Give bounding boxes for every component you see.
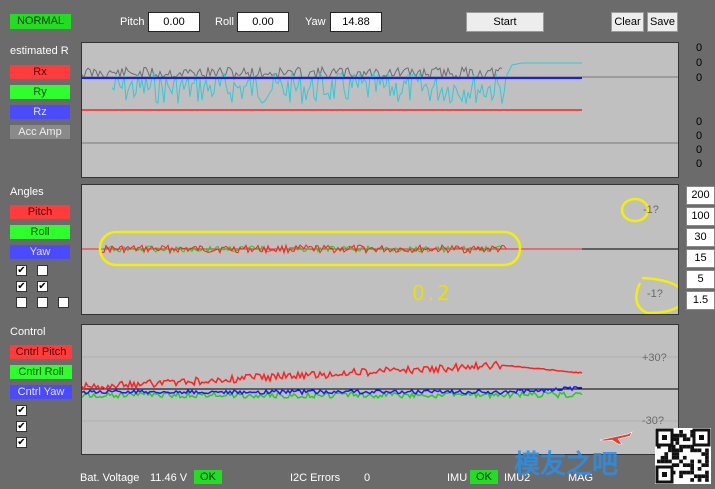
scale-1-5-button[interactable]: 1.5 (686, 291, 715, 310)
watermark-logo: 模友之吧 (514, 450, 619, 480)
checkbox[interactable]: ✔ (16, 437, 27, 448)
checkbox[interactable] (16, 297, 27, 308)
checkbox[interactable]: ✔ (16, 421, 27, 432)
control-top-label: +30? (642, 352, 667, 364)
roll-field[interactable]: 0.00 (237, 12, 289, 32)
cntrl-yaw-toggle[interactable]: Cntrl Yaw (10, 385, 72, 399)
ry-toggle[interactable]: Ry (10, 85, 70, 99)
rz-toggle[interactable]: Rz (10, 105, 70, 119)
cntrl-roll-toggle[interactable]: Cntrl Roll (10, 365, 72, 379)
i2c-errors-label: I2C Errors (290, 472, 341, 484)
yaw-field[interactable]: 14.88 (330, 12, 382, 32)
angles-plot: -1? -1? 0.2 (81, 184, 687, 315)
cntrl-yaw-trace (81, 386, 583, 396)
value-2: 0 (696, 72, 703, 84)
cyan-trace (111, 62, 582, 105)
value-4: 0 (696, 130, 703, 142)
bat-status-badge: OK (194, 470, 222, 484)
pitch-field[interactable]: 0.00 (148, 12, 200, 32)
i2c-errors-value: 0 (364, 472, 371, 484)
roll-label: Roll (215, 16, 234, 28)
acc-amp-toggle[interactable]: Acc Amp (10, 125, 70, 139)
checkbox[interactable] (37, 297, 48, 308)
estimated-title: estimated R (10, 45, 69, 57)
rx-toggle[interactable]: Rx (10, 65, 70, 79)
scale-100-button[interactable]: 100 (686, 207, 715, 226)
start-button[interactable]: Start (466, 12, 544, 32)
scale-5-button[interactable]: 5 (686, 270, 715, 289)
checkbox[interactable] (58, 297, 69, 308)
checkbox[interactable]: ✔ (16, 265, 27, 276)
estimated-plot (81, 42, 679, 178)
angles-top-label: -1? (643, 204, 659, 216)
pitch-toggle[interactable]: Pitch (10, 205, 70, 219)
roll-toggle[interactable]: Roll (10, 225, 70, 239)
imu-status-badge: OK (470, 470, 498, 484)
annotation-text: 0.2 (412, 281, 453, 305)
scale-200-button[interactable]: 200 (686, 186, 715, 205)
angles-plot-svg (82, 197, 687, 315)
cntrl-pitch-trace (81, 360, 583, 392)
control-plot-svg (81, 356, 678, 422)
value-1: 0 (696, 57, 703, 69)
save-button[interactable]: Save (647, 12, 678, 32)
value-6: 0 (696, 158, 703, 170)
bat-voltage-value: 11.46 V (150, 472, 188, 484)
angles-title: Angles (10, 186, 44, 198)
yaw-label: Yaw (305, 16, 326, 28)
estimated-plot-svg (81, 62, 678, 144)
clear-button[interactable]: Clear (611, 12, 644, 32)
qr-code-icon (655, 428, 711, 484)
value-5: 0 (696, 144, 703, 156)
mode-badge: NORMAL (10, 14, 71, 29)
pitch-label: Pitch (120, 16, 145, 28)
control-plot: +30? -30? (81, 324, 679, 455)
checkbox[interactable]: ✔ (16, 281, 27, 292)
imu-label: IMU (447, 472, 468, 484)
value-3: 0 (696, 116, 703, 128)
value-0: 0 (696, 42, 703, 54)
airplane-icon (598, 428, 634, 446)
yaw-toggle[interactable]: Yaw (10, 245, 70, 259)
cntrl-pitch-toggle[interactable]: Cntrl Pitch (10, 345, 72, 359)
control-title: Control (10, 326, 46, 338)
angles-bottom-label: -1? (647, 288, 663, 300)
scale-30-button[interactable]: 30 (686, 228, 715, 247)
checkbox[interactable]: ✔ (37, 281, 48, 292)
control-bottom-label: -30? (642, 415, 665, 427)
bat-voltage-label: Bat. Voltage (80, 472, 140, 484)
checkbox[interactable]: ✔ (16, 405, 27, 416)
scale-15-button[interactable]: 15 (686, 249, 715, 268)
checkbox[interactable] (37, 265, 48, 276)
